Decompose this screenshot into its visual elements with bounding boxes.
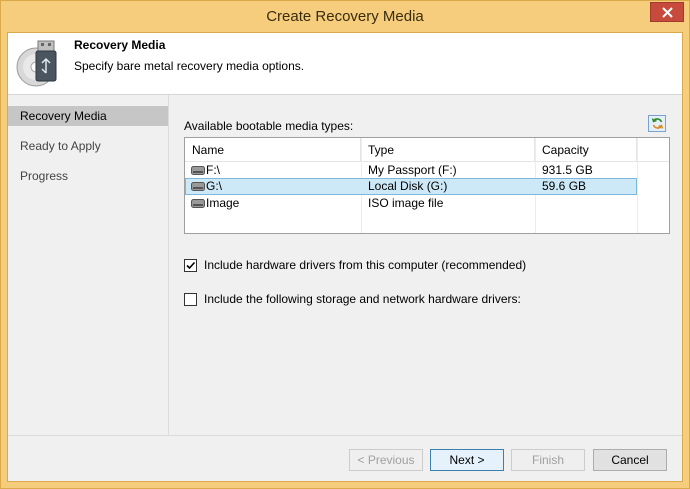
include-storage-checkbox[interactable]: [184, 292, 197, 306]
list-item[interactable]: F:\ My Passport (F:) 931.5 GB: [185, 162, 637, 179]
dialog-window: Create Recovery Media Recovery Media Spe…: [0, 0, 690, 489]
nav-item-progress[interactable]: Progress: [8, 166, 168, 186]
wizard-footer: < Previous Next > Finish Cancel: [8, 435, 682, 481]
close-button[interactable]: [650, 2, 684, 22]
media-capacity: 59.6 GB: [542, 179, 587, 193]
header-title: Recovery Media: [74, 38, 166, 52]
include-storage-label: Include the following storage and networ…: [204, 292, 521, 306]
nav-item-ready-to-apply[interactable]: Ready to Apply: [8, 136, 168, 156]
title-bar: Create Recovery Media: [1, 1, 689, 33]
previous-button[interactable]: < Previous: [349, 449, 423, 471]
wizard-header: Recovery Media Specify bare metal recove…: [8, 33, 682, 95]
refresh-button[interactable]: [648, 115, 666, 132]
include-drivers-checkbox[interactable]: [184, 258, 197, 272]
column-header-type[interactable]: Type: [361, 138, 535, 162]
refresh-icon: [651, 118, 663, 129]
nav-item-recovery-media[interactable]: Recovery Media: [8, 106, 168, 126]
media-types-label: Available bootable media types:: [184, 119, 354, 133]
usb-disc-icon: [16, 40, 57, 87]
close-icon: [661, 6, 673, 18]
dialog-client: Recovery Media Specify bare metal recove…: [7, 32, 683, 482]
nav-divider: [168, 95, 169, 435]
wizard-nav: Recovery Media Ready to Apply Progress: [8, 106, 168, 196]
window-title: Create Recovery Media: [266, 8, 424, 25]
media-type: My Passport (F:): [368, 163, 457, 177]
column-divider: [637, 138, 638, 233]
finish-button[interactable]: Finish: [511, 449, 585, 471]
media-type: Local Disk (G:): [368, 179, 448, 193]
list-item[interactable]: G:\ Local Disk (G:) 59.6 GB: [185, 178, 637, 195]
next-button[interactable]: Next >: [430, 449, 504, 471]
media-name: F:\: [206, 163, 220, 177]
media-capacity: 931.5 GB: [542, 163, 593, 177]
cancel-button[interactable]: Cancel: [593, 449, 667, 471]
media-type: ISO image file: [368, 196, 444, 210]
include-drivers-option[interactable]: Include hardware drivers from this compu…: [184, 257, 526, 273]
media-capacity: [535, 195, 542, 212]
column-header-capacity[interactable]: Capacity: [535, 138, 637, 162]
media-name: Image: [206, 196, 240, 210]
header-subtitle: Specify bare metal recovery media option…: [74, 59, 305, 73]
media-list[interactable]: Name Type Capacity Image ISO image file …: [184, 137, 670, 234]
media-list-header: Name Type Capacity: [185, 138, 669, 162]
checkmark-icon: [186, 261, 196, 269]
column-header-name[interactable]: Name: [185, 138, 361, 162]
media-name: G:\: [206, 179, 223, 193]
include-storage-option[interactable]: Include the following storage and networ…: [184, 291, 521, 307]
include-drivers-label: Include hardware drivers from this compu…: [204, 258, 527, 272]
list-item[interactable]: Image ISO image file: [185, 195, 637, 212]
